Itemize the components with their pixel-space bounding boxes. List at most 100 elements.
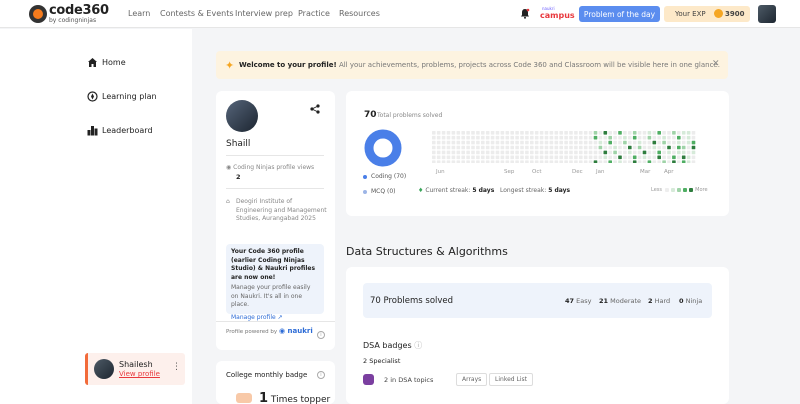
heatmap-cell (436, 135, 441, 140)
heatmap-cell (657, 131, 661, 135)
heatmap-cell (436, 150, 441, 155)
profile-card: Shaill ◉ Coding Ninjas profile views 2 ⌂… (216, 91, 335, 350)
info-icon[interactable]: i (317, 371, 325, 379)
home-icon (88, 58, 97, 67)
heatmap-cell (471, 135, 475, 140)
easy-label: Easy (576, 297, 592, 305)
heatmap-cell (672, 155, 676, 160)
heatmap-cell (554, 155, 559, 160)
heatmap-cell (564, 131, 568, 135)
heatmap-cell (510, 155, 514, 160)
heatmap-cell (461, 131, 465, 135)
topic-chip-linked-list[interactable]: Linked List (489, 373, 533, 386)
info-icon[interactable]: ⓘ (414, 341, 422, 350)
user-avatar[interactable] (758, 5, 776, 23)
more-options-icon[interactable]: ⋮ (172, 362, 181, 372)
sidebar-item-home[interactable]: Home (87, 57, 126, 68)
nav-interview-prep[interactable]: Interview prep (235, 9, 293, 18)
heatmap-cell (456, 160, 461, 163)
heatmap-cell (530, 160, 534, 163)
heatmap-cell (515, 140, 519, 145)
topic-chip-arrays[interactable]: Arrays (456, 373, 488, 386)
heatmap-cell (534, 131, 539, 135)
profile-views-count: 2 (236, 173, 241, 181)
heatmap-cell (534, 145, 539, 150)
nav-contests-events[interactable]: Contests & Events (160, 9, 234, 18)
heatmap-cell (662, 150, 666, 155)
ninja-label: Ninja (685, 297, 703, 305)
heatmap-cell (520, 150, 524, 155)
heatmap-cell (525, 150, 529, 155)
view-profile-link[interactable]: View profile (119, 370, 160, 378)
heatmap-cell (574, 140, 578, 145)
heatmap-cell (451, 150, 456, 155)
coding-label: Coding (70) (371, 173, 407, 180)
code360-logo[interactable]: code360 by codingninjas (29, 3, 109, 25)
heatmap-cell (544, 155, 549, 160)
heatmap-cell (500, 135, 505, 140)
heatmap-cell (623, 150, 627, 155)
nav-resources[interactable]: Resources (339, 9, 380, 18)
heatmap-cell (598, 135, 603, 140)
heatmap-cell (510, 140, 514, 145)
easy-number: 47 (565, 297, 575, 305)
heatmap-cell (652, 160, 657, 163)
problem-of-the-day-button[interactable]: Problem of the day (579, 6, 660, 22)
heatmap-cell (632, 140, 637, 145)
heatmap-cell (583, 145, 588, 150)
heatmap-cell (456, 145, 461, 150)
heatmap-cell (539, 145, 544, 150)
heatmap-cell (485, 155, 490, 160)
heatmap-cell (593, 131, 598, 135)
heatmap-cell (525, 140, 529, 145)
sidebar-item-label: Leaderboard (102, 126, 153, 135)
heatmap-cell (583, 140, 588, 145)
heatmap-cell (564, 135, 568, 140)
heatmap-cell (432, 145, 436, 150)
heatmap-cell (549, 135, 554, 140)
moderate-number: 21 (599, 297, 609, 305)
heatmap-cell (677, 160, 681, 163)
naukri-campus-link[interactable]: naukri campus (540, 6, 575, 22)
heatmap-cell (637, 150, 642, 155)
heatmap-cell (451, 160, 456, 163)
top-navbar: code360 by codingninjas Learn Contests &… (0, 0, 800, 28)
heatmap-cell (677, 135, 681, 140)
banner-title: Welcome to your profile! (239, 61, 337, 69)
sidebar-user-card[interactable]: Shailesh View profile ⋮ (85, 353, 185, 385)
nav-practice[interactable]: Practice (298, 9, 330, 18)
heatmap-cell (525, 145, 529, 150)
heatmap-cell (500, 145, 505, 150)
heatmap-cell (436, 155, 441, 160)
heatmap-cell (544, 160, 549, 163)
legend-more: More (695, 187, 708, 193)
heatmap-cell (603, 150, 608, 155)
heatmap-cell (485, 131, 490, 135)
heatmap-cell (672, 160, 676, 163)
share-icon[interactable] (310, 104, 320, 114)
sidebar-item-leaderboard[interactable]: Leaderboard (87, 125, 153, 136)
heatmap-cell (691, 155, 696, 160)
info-icon[interactable]: i (317, 331, 325, 339)
heatmap-cell (667, 150, 671, 155)
heatmap-cell (441, 135, 446, 140)
nav-learn[interactable]: Learn (128, 9, 150, 18)
heatmap-cell (525, 135, 529, 140)
bell-icon[interactable] (520, 8, 530, 19)
heatmap-cell (613, 160, 617, 163)
campus-label: campus (540, 11, 575, 20)
heatmap-cell (466, 160, 470, 163)
heatmap-cell (593, 150, 598, 155)
heatmap-cell (574, 145, 578, 150)
banner-text: Welcome to your profile! All your achiev… (239, 61, 720, 69)
heatmap-cell (476, 160, 480, 163)
sidebar-item-learning-plan[interactable]: Learning plan (87, 91, 157, 102)
topper-badge-icon (236, 393, 252, 403)
legend-mcq: MCQ (0) (363, 188, 396, 195)
close-icon[interactable]: ✕ (712, 59, 720, 69)
heatmap-cell (530, 145, 534, 150)
heatmap-cell (466, 140, 470, 145)
heatmap-cell (583, 150, 588, 155)
your-exp-badge[interactable]: Your EXP 3900 (664, 6, 750, 22)
heatmap-cell (520, 155, 524, 160)
